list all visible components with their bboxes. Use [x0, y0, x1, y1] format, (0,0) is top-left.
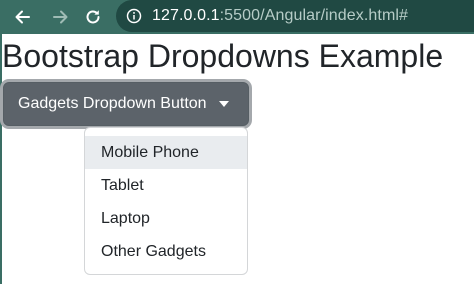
dropdown-menu: Mobile Phone Tablet Laptop Other Gadgets	[84, 127, 248, 275]
forward-arrow-icon	[53, 10, 68, 24]
forward-button[interactable]	[45, 0, 75, 34]
back-arrow-icon	[15, 10, 30, 24]
reload-button[interactable]	[78, 0, 108, 34]
dropdown-button-label: Gadgets Dropdown Button	[18, 95, 207, 112]
info-icon[interactable]	[126, 8, 142, 24]
reload-icon	[86, 10, 100, 24]
dropdown-item-tablet[interactable]: Tablet	[85, 169, 247, 202]
gadgets-dropdown-button[interactable]: Gadgets Dropdown Button	[3, 82, 249, 126]
url-host: 127.0.0.1	[152, 7, 220, 24]
dropdown-item-mobile-phone[interactable]: Mobile Phone	[85, 136, 247, 169]
address-bar[interactable]: 127.0.0.1:5500/Angular/index.html#	[116, 0, 474, 32]
page-title: Bootstrap Dropdowns Example	[2, 38, 444, 74]
back-button[interactable]	[8, 0, 38, 34]
browser-toolbar: 127.0.0.1:5500/Angular/index.html#	[0, 0, 474, 34]
dropdown-item-laptop[interactable]: Laptop	[85, 202, 247, 235]
url-text: 127.0.0.1:5500/Angular/index.html#	[152, 0, 408, 32]
dropdown-item-other-gadgets[interactable]: Other Gadgets	[85, 235, 247, 268]
caret-down-icon	[218, 101, 229, 107]
url-path: :5500/Angular/index.html#	[219, 7, 409, 24]
